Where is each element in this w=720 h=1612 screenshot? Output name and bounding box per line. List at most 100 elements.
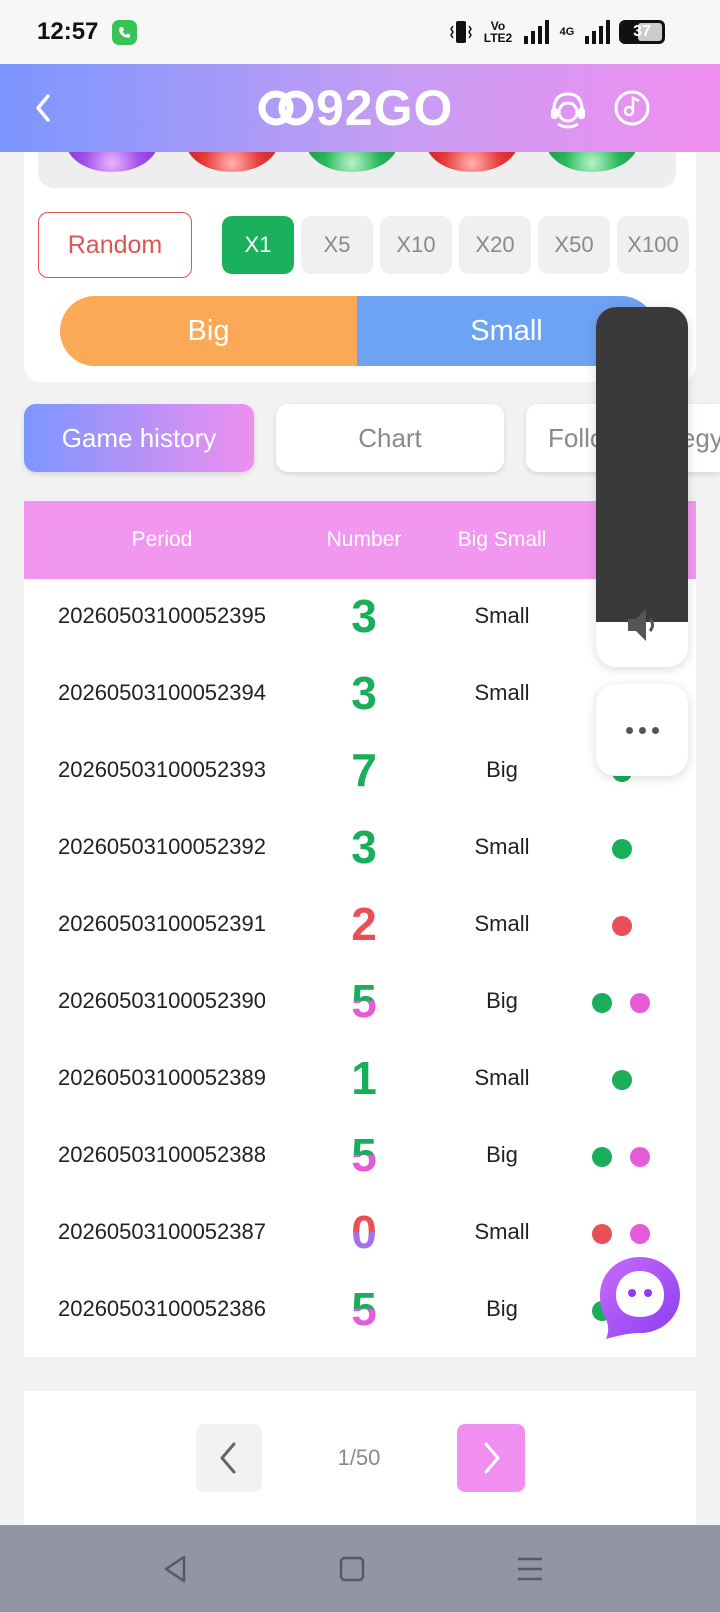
big-small-cell: Big <box>486 988 518 1013</box>
number-cell: 3 <box>351 590 377 642</box>
network-label: Vo LTE2 <box>483 19 513 45</box>
more-dot-icon <box>625 726 633 734</box>
battery-level: 37 <box>633 23 651 40</box>
number-balls-tray <box>38 152 676 188</box>
status-time: 12:57 <box>37 18 99 45</box>
logo-mark-icon <box>258 90 314 126</box>
page-indicator: 1/50 <box>337 1445 381 1470</box>
chevron-right-icon <box>484 1442 500 1474</box>
next-page-button[interactable] <box>457 1424 525 1492</box>
app-logo: 92GO <box>258 78 453 138</box>
period-cell: 20260503100052394 <box>57 680 266 705</box>
big-small-toggle: Big Small <box>60 296 656 366</box>
table-row: 20260503100052392 3 Small <box>24 810 696 887</box>
big-small-cell: Small <box>474 911 530 936</box>
period-cell: 20260503100052389 <box>57 1065 266 1090</box>
period-cell: 20260503100052392 <box>57 834 266 859</box>
number-cell: 3 <box>351 667 377 719</box>
green-color-dot <box>592 1147 612 1167</box>
header-big-small: Big Small <box>457 528 547 551</box>
pagination: 1/50 <box>24 1391 696 1525</box>
multiplier-x5[interactable]: X5 <box>301 216 373 274</box>
header-number: Number <box>326 528 402 551</box>
number-cell: 1 <box>351 1052 377 1104</box>
app-header: 92GO <box>0 64 720 152</box>
header-period: Period <box>131 528 193 551</box>
green-color-dot <box>592 993 612 1013</box>
number-cell: 7 <box>351 744 377 796</box>
nav-home-icon[interactable] <box>330 1547 374 1591</box>
table-row: 20260503100052389 1 Small <box>24 1041 696 1118</box>
number-ball[interactable] <box>306 152 398 172</box>
speaker-icon[interactable] <box>624 603 660 647</box>
big-small-cell: Small <box>474 1065 530 1090</box>
violet-color-dot <box>630 1224 650 1244</box>
period-cell: 20260503100052391 <box>57 911 266 936</box>
period-cell: 20260503100052388 <box>57 1142 266 1167</box>
big-button[interactable]: Big <box>60 296 357 366</box>
number-cell: 5 <box>314 1130 414 1180</box>
multiplier-x50[interactable]: X50 <box>538 216 610 274</box>
big-small-cell: Big <box>486 757 518 782</box>
table-row: 20260503100052388 5 Big <box>24 1118 696 1195</box>
period-cell: 20260503100052393 <box>57 757 266 782</box>
number-cell: 3 <box>351 821 377 873</box>
violet-color-dot <box>630 1147 650 1167</box>
green-color-dot <box>612 1070 632 1090</box>
period-cell: 20260503100052390 <box>57 988 266 1013</box>
tab-chart[interactable]: Chart <box>276 404 504 472</box>
chevron-left-icon <box>220 1442 236 1474</box>
random-button[interactable]: Random <box>38 212 192 278</box>
period-cell: 20260503100052395 <box>57 603 266 628</box>
tab-game-history[interactable]: Game history <box>24 404 254 472</box>
battery-icon: 37 <box>619 20 665 44</box>
big-small-cell: Small <box>474 834 530 859</box>
back-icon[interactable] <box>22 86 66 130</box>
multiplier-x100[interactable]: X100 <box>617 216 689 274</box>
floating-panel-overlay <box>596 307 688 622</box>
multiplier-x10[interactable]: X10 <box>380 216 452 274</box>
chat-bot-icon[interactable] <box>596 1253 684 1341</box>
whatsapp-icon <box>112 20 137 45</box>
big-small-cell: Small <box>474 1219 530 1244</box>
system-nav-bar <box>0 1525 720 1612</box>
big-small-cell: Big <box>486 1296 518 1321</box>
more-options-button[interactable] <box>596 684 688 776</box>
green-color-dot <box>612 839 632 859</box>
number-ball[interactable] <box>426 152 518 172</box>
nav-back-icon[interactable] <box>154 1547 198 1591</box>
signal-bars-icon <box>524 20 549 44</box>
number-ball[interactable] <box>186 152 278 172</box>
violet-color-dot <box>630 993 650 1013</box>
more-dot-icon <box>651 726 659 734</box>
period-cell: 20260503100052386 <box>57 1296 266 1321</box>
number-cell: 5 <box>314 1284 414 1334</box>
multiplier-x1[interactable]: X1 <box>222 216 294 274</box>
vibrate-icon <box>450 21 472 43</box>
number-cell: 2 <box>351 898 377 950</box>
number-ball[interactable] <box>546 152 638 172</box>
more-dot-icon <box>638 726 646 734</box>
big-small-cell: Big <box>486 1142 518 1167</box>
music-icon[interactable] <box>610 86 654 130</box>
nav-menu-icon[interactable] <box>508 1547 552 1591</box>
status-bar: 12:57 Vo LTE2 4G 37 <box>0 0 720 64</box>
number-cell: 0 <box>314 1207 414 1257</box>
table-row: 20260503100052390 5 Big <box>24 964 696 1041</box>
big-small-cell: Small <box>474 603 530 628</box>
red-color-dot <box>612 916 632 936</box>
red-color-dot <box>592 1224 612 1244</box>
number-ball[interactable] <box>66 152 158 172</box>
table-row: 20260503100052391 2 Small <box>24 887 696 964</box>
big-small-cell: Small <box>474 680 530 705</box>
system-icons: Vo LTE2 4G 37 <box>450 16 665 48</box>
number-cell: 5 <box>314 976 414 1026</box>
period-cell: 20260503100052387 <box>57 1219 266 1244</box>
multiplier-x20[interactable]: X20 <box>459 216 531 274</box>
network-type-label: 4G <box>559 26 575 38</box>
floating-panel[interactable] <box>596 307 688 667</box>
support-agent-icon[interactable] <box>546 86 590 130</box>
prev-page-button[interactable] <box>196 1424 262 1492</box>
logo-text: 92GO <box>316 80 454 136</box>
signal-bars-2-icon <box>585 20 610 44</box>
